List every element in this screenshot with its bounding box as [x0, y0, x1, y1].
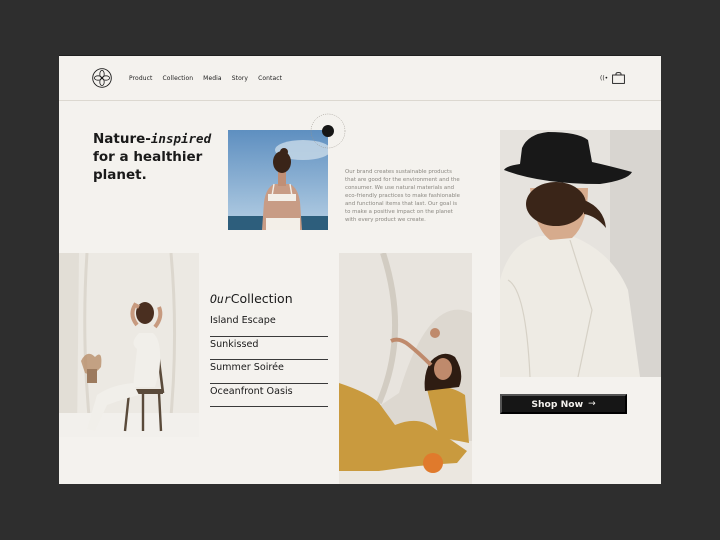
nav-story[interactable]: Story [232, 75, 248, 82]
flower-logo-icon[interactable] [92, 68, 112, 88]
collection-item-sunkissed[interactable]: Sunkissed [210, 337, 328, 360]
arrow-right-icon: → [588, 399, 596, 409]
collection-item-summer-soiree[interactable]: Summer Soirée [210, 360, 328, 384]
sound-icon[interactable]: ((• [600, 75, 608, 82]
brand-description: Our brand creates sustainable products t… [345, 169, 460, 223]
hero-title-part2: for a healthier planet. [93, 149, 203, 183]
site-header: Product Collection Media Story Contact (… [59, 55, 661, 101]
collection-title-italic: Our [210, 292, 231, 306]
hero-title: Nature-inspired for a healthier planet. [93, 130, 223, 184]
shop-now-label: Shop Now [531, 398, 584, 410]
circular-badge-icon [310, 113, 346, 149]
nav-contact[interactable]: Contact [258, 75, 282, 82]
collection-title: OurCollection [210, 291, 293, 306]
nav-collection[interactable]: Collection [162, 75, 193, 82]
collection-title-rest: Collection [230, 291, 293, 306]
shopping-bag-icon[interactable] [612, 72, 625, 84]
hero-title-italic: inspired [150, 131, 212, 146]
nav-media[interactable]: Media [203, 75, 222, 82]
collection-list: Island Escape Sunkissed Summer Soirée Oc… [210, 313, 328, 407]
nav-product[interactable]: Product [129, 75, 152, 82]
collection-item-island-escape[interactable]: Island Escape [210, 313, 328, 337]
shop-now-button[interactable]: Shop Now → [500, 394, 627, 414]
lying-model-photo [339, 253, 472, 484]
hero-title-part1: Nature- [93, 131, 151, 147]
chair-model-photo [59, 253, 199, 437]
hat-model-photo [500, 130, 661, 377]
landing-page: Product Collection Media Story Contact (… [59, 55, 661, 484]
collection-item-oceanfront-oasis[interactable]: Oceanfront Oasis [210, 384, 328, 407]
main-nav: Product Collection Media Story Contact [129, 75, 282, 82]
